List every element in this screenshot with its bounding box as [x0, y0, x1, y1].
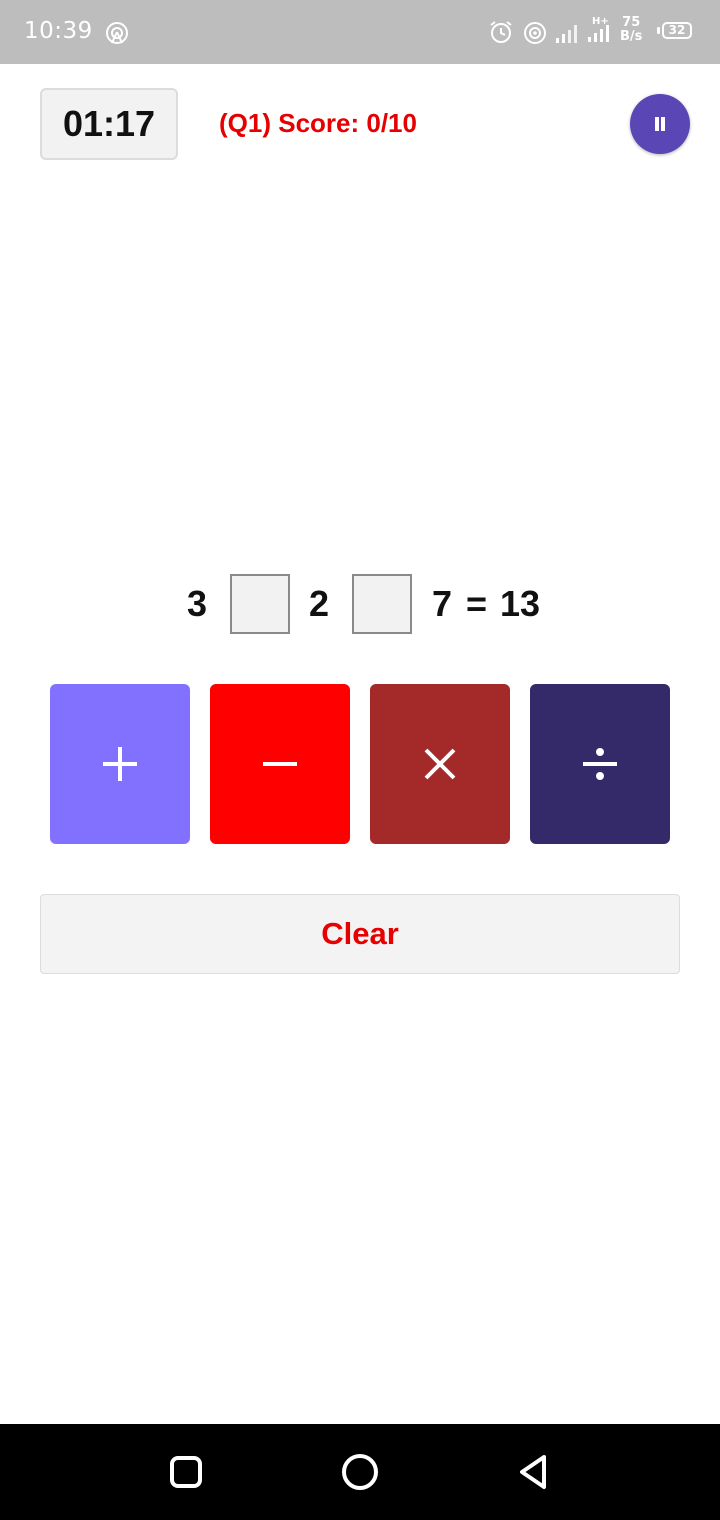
net-speed-value: 75 — [622, 15, 641, 30]
operator-slot-1[interactable] — [230, 574, 290, 634]
operand-1: 3 — [187, 583, 208, 624]
home-icon[interactable] — [340, 1452, 380, 1492]
pause-button[interactable] — [630, 94, 690, 154]
operand-2: 2 — [309, 583, 330, 624]
pause-icon — [655, 117, 659, 131]
net-speed: 75 B/s — [620, 16, 642, 44]
net-speed-unit: B/s — [620, 29, 643, 44]
hotspot-icon — [106, 22, 128, 44]
minus-button[interactable] — [210, 684, 350, 844]
status-bar: 10:39 H+ 75 B/s 32 — [0, 0, 720, 64]
timer: 01:17 — [40, 88, 178, 160]
navigation-bar — [0, 1424, 720, 1520]
signal-icon — [556, 25, 577, 43]
battery-nub — [657, 27, 660, 34]
operand-3: 7 — [432, 583, 453, 624]
times-button[interactable] — [370, 684, 510, 844]
times-icon — [424, 748, 456, 780]
back-icon[interactable] — [514, 1452, 554, 1492]
battery-icon: 32 — [662, 22, 692, 39]
divide-button[interactable] — [530, 684, 670, 844]
plus-icon — [103, 747, 137, 781]
divide-icon — [583, 748, 617, 780]
pause-icon-bar — [661, 117, 665, 131]
equals-sign: = — [466, 583, 488, 624]
signal-hplus-icon: H+ — [588, 16, 609, 42]
wifi-hotspot-icon — [524, 22, 546, 44]
operator-slot-2[interactable] — [352, 574, 412, 634]
plus-button[interactable] — [50, 684, 190, 844]
alarm-icon — [490, 21, 512, 43]
minus-icon — [263, 762, 297, 766]
score-label: (Q1) Score: 0/10 — [219, 108, 417, 138]
result: 13 — [500, 583, 541, 624]
status-time: 10:39 — [24, 18, 93, 44]
recents-icon[interactable] — [168, 1454, 204, 1490]
clear-button[interactable]: Clear — [40, 894, 680, 974]
